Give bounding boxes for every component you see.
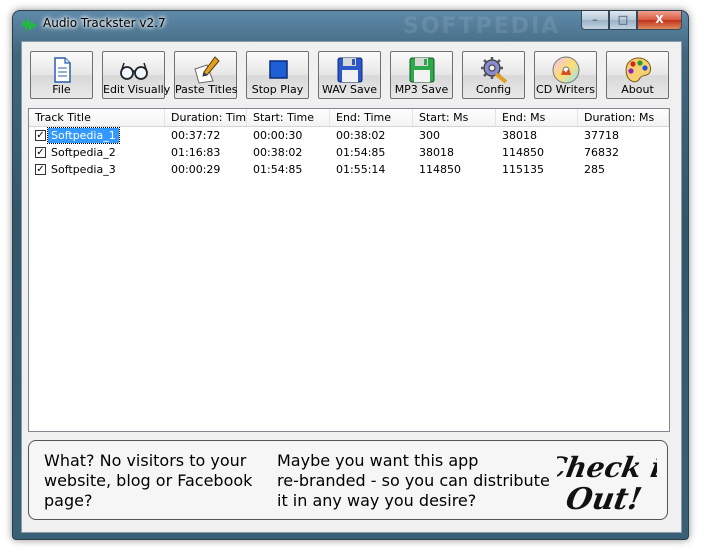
column-header-end-ms[interactable]: End: Ms	[496, 109, 578, 126]
end-time-cell: 01:54:85	[336, 146, 386, 159]
end-ms-cell: 114850	[502, 146, 544, 159]
track-title-cell: ✓ Softpedia_1	[29, 127, 165, 144]
config-button[interactable]: Config	[462, 51, 525, 99]
track-title[interactable]: Softpedia_3	[48, 162, 119, 177]
window-title: Audio Trackster v2.7	[43, 16, 166, 30]
duration-ms-cell: 285	[584, 163, 605, 176]
duration-time-cell: 00:37:72	[171, 129, 221, 142]
duration-ms-cell: 76832	[584, 146, 619, 159]
track-checkbox[interactable]: ✓	[35, 147, 46, 158]
paste-titles-button[interactable]: Paste Titles	[174, 51, 238, 99]
cd-writers-button-label: CD Writers	[536, 83, 595, 96]
mp3-save-button-label: MP3 Save	[394, 83, 449, 96]
track-title-cell: ✓ Softpedia_3	[29, 161, 165, 178]
file-button-label: File	[52, 83, 71, 96]
pen-paper-icon	[193, 56, 220, 84]
start-time-cell: 00:38:02	[253, 146, 303, 159]
table-row[interactable]: ✓ Softpedia_1 00:37:72 00:00:30 00:38:02…	[29, 127, 669, 144]
minimize-button[interactable]: –	[581, 11, 609, 30]
toolbar: File Edit Visually Paste Titles Stop Pla…	[30, 51, 669, 101]
check-it-out-link[interactable]: Check it Out!	[557, 447, 657, 517]
column-header-start-ms[interactable]: Start: Ms	[413, 109, 496, 126]
start-ms-cell: 38018	[419, 146, 454, 159]
floppy-blue-icon	[337, 57, 362, 83]
window-controls: – □ X	[581, 11, 682, 30]
about-button-label: About	[621, 83, 654, 96]
track-list[interactable]: Track Title Duration: Time Start: Time E…	[28, 108, 670, 432]
palette-icon	[625, 57, 651, 83]
column-header-duration-ms[interactable]: Duration: Ms	[578, 109, 669, 126]
duration-time-cell: 00:00:29	[171, 163, 221, 176]
config-button-label: Config	[475, 83, 512, 96]
close-button[interactable]: X	[637, 11, 682, 30]
wav-save-button[interactable]: WAV Save	[318, 51, 381, 99]
title-bar[interactable]: Audio Trackster v2.7 SOFTPEDIA – □ X	[13, 11, 688, 39]
start-ms-cell: 114850	[419, 163, 461, 176]
edit-visually-button-label: Edit Visually	[103, 83, 171, 96]
track-title[interactable]: Softpedia_1	[47, 127, 120, 144]
cd-writers-button[interactable]: CD Writers	[534, 51, 597, 99]
file-icon	[53, 57, 71, 83]
stop-icon	[268, 60, 288, 79]
cta-line-1: Check it	[557, 451, 657, 484]
track-checkbox[interactable]: ✓	[35, 164, 46, 175]
promo-text-left: What? No visitors to your website, blog …	[44, 451, 253, 510]
file-button[interactable]: File	[30, 51, 93, 99]
end-time-cell: 01:55:14	[336, 163, 386, 176]
stop-play-button-label: Stop Play	[251, 83, 304, 96]
duration-time-cell: 01:16:83	[171, 146, 221, 159]
wav-save-button-label: WAV Save	[321, 83, 378, 96]
about-button[interactable]: About	[606, 51, 669, 99]
maximize-button[interactable]: □	[609, 11, 637, 30]
promo-text-right: Maybe you want this app re-branded - so …	[277, 451, 550, 510]
app-logo-icon	[21, 19, 37, 32]
track-title-cell: ✓ Softpedia_2	[29, 144, 165, 161]
client-area: File Edit Visually Paste Titles Stop Pla…	[21, 41, 682, 533]
edit-visually-button[interactable]: Edit Visually	[102, 51, 171, 99]
promo-banner[interactable]: What? No visitors to your website, blog …	[28, 440, 668, 520]
column-header-track-title[interactable]: Track Title	[29, 109, 165, 126]
paste-titles-button-label: Paste Titles	[175, 83, 238, 96]
cta-line-2: Out!	[563, 482, 644, 517]
glasses-icon	[119, 62, 148, 80]
stop-play-button[interactable]: Stop Play	[246, 51, 309, 99]
mp3-save-button[interactable]: MP3 Save	[390, 51, 453, 99]
table-row[interactable]: ✓ Softpedia_2 01:16:83 00:38:02 01:54:85…	[29, 144, 669, 161]
duration-ms-cell: 37718	[584, 129, 619, 142]
track-checkbox[interactable]: ✓	[35, 130, 46, 141]
end-time-cell: 00:38:02	[336, 129, 386, 142]
cd-icon	[552, 56, 579, 84]
track-title[interactable]: Softpedia_2	[48, 145, 119, 160]
end-ms-cell: 115135	[502, 163, 544, 176]
column-header-end-time[interactable]: End: Time	[330, 109, 413, 126]
column-header-duration-time[interactable]: Duration: Time	[165, 109, 247, 126]
app-window: Audio Trackster v2.7 SOFTPEDIA – □ X Fil…	[12, 10, 689, 540]
gear-icon	[480, 57, 507, 84]
start-ms-cell: 300	[419, 129, 440, 142]
start-time-cell: 01:54:85	[253, 163, 303, 176]
floppy-green-icon	[409, 57, 434, 83]
track-list-header: Track Title Duration: Time Start: Time E…	[29, 109, 669, 127]
end-ms-cell: 38018	[502, 129, 537, 142]
watermark: SOFTPEDIA	[403, 14, 561, 39]
start-time-cell: 00:00:30	[253, 129, 303, 142]
table-row[interactable]: ✓ Softpedia_3 00:00:29 01:54:85 01:55:14…	[29, 161, 669, 178]
column-header-start-time[interactable]: Start: Time	[247, 109, 330, 126]
